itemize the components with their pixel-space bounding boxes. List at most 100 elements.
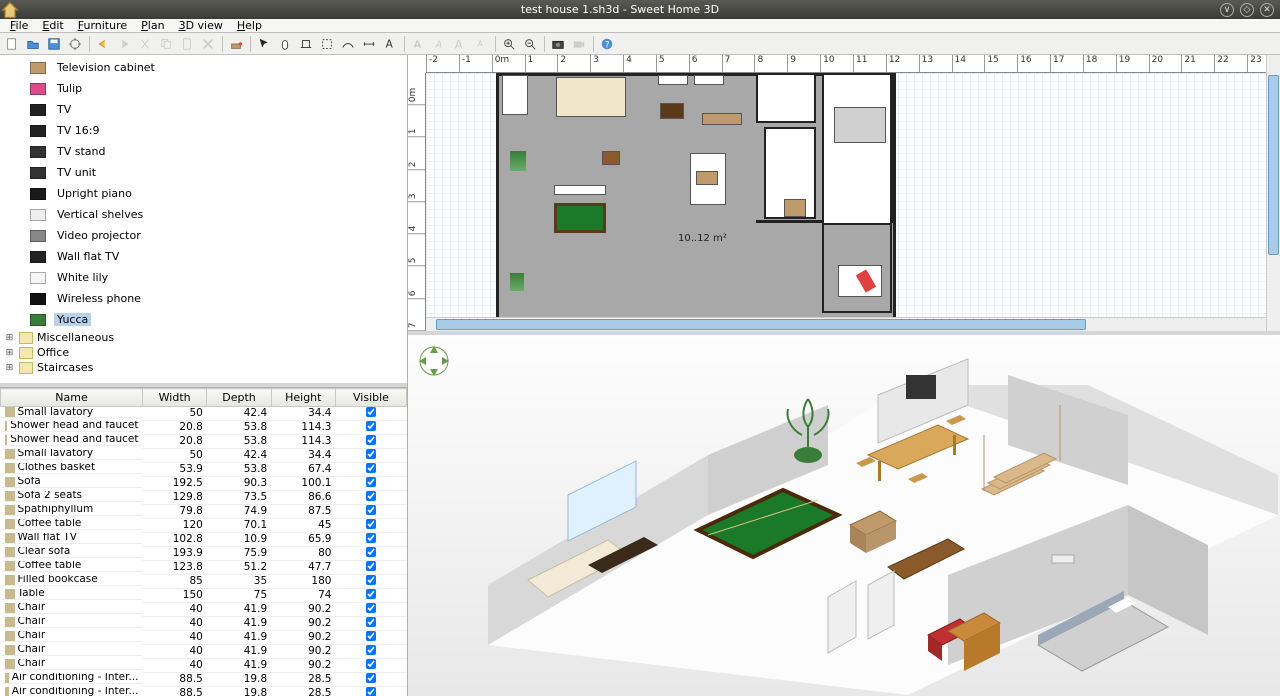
cell-visible[interactable]: [335, 533, 406, 547]
paste-button[interactable]: [177, 34, 197, 54]
menu-file[interactable]: File: [4, 19, 34, 32]
column-header[interactable]: Width: [142, 389, 206, 407]
table-row[interactable]: Small lavatory5042.434.4: [1, 449, 407, 463]
open-button[interactable]: [23, 34, 43, 54]
save-button[interactable]: [44, 34, 64, 54]
zoom-in-button[interactable]: [499, 34, 519, 54]
catalog-item[interactable]: Tulip: [4, 78, 407, 99]
expand-icon[interactable]: ⊞: [4, 348, 15, 358]
pan-tool[interactable]: [275, 34, 295, 54]
text-bold-button[interactable]: A: [408, 34, 428, 54]
table-row[interactable]: Shower head and faucet20.853.8114.3: [1, 421, 407, 435]
column-header[interactable]: Depth: [207, 389, 271, 407]
table-row[interactable]: Chair4041.990.2: [1, 645, 407, 659]
polyline-tool[interactable]: [338, 34, 358, 54]
catalog-item[interactable]: Wireless phone: [4, 288, 407, 309]
furn2d[interactable]: [702, 113, 742, 125]
undo-button[interactable]: [93, 34, 113, 54]
furniture-catalog[interactable]: Television cabinetTulipTVTV 16:9TV stand…: [0, 55, 407, 387]
furn2d[interactable]: [502, 75, 528, 115]
menu-edit[interactable]: Edit: [36, 19, 69, 32]
cut-button[interactable]: [135, 34, 155, 54]
column-header[interactable]: Name: [1, 389, 143, 407]
column-header[interactable]: Visible: [335, 389, 406, 407]
video-button[interactable]: [569, 34, 589, 54]
dimension-tool[interactable]: [359, 34, 379, 54]
cell-visible[interactable]: [335, 603, 406, 617]
cell-visible[interactable]: [335, 407, 406, 421]
scrollbar-vertical[interactable]: [1266, 55, 1280, 331]
plan-canvas[interactable]: 10..12 m²: [426, 73, 1280, 331]
catalog-item[interactable]: TV 16:9: [4, 120, 407, 141]
cell-visible[interactable]: [335, 477, 406, 491]
catalog-item[interactable]: Video projector: [4, 225, 407, 246]
catalog-item[interactable]: Television cabinet: [4, 57, 407, 78]
room-tool[interactable]: [317, 34, 337, 54]
cell-visible[interactable]: [335, 687, 406, 696]
furniture-list[interactable]: NameWidthDepthHeightVisible Small lavato…: [0, 387, 407, 696]
wall-tool[interactable]: [296, 34, 316, 54]
text-italic-button[interactable]: A: [429, 34, 449, 54]
catalog-item[interactable]: Wall flat TV: [4, 246, 407, 267]
cell-visible[interactable]: [335, 421, 406, 435]
table-row[interactable]: Chair4041.990.2: [1, 631, 407, 645]
table-row[interactable]: Sofa 2 seats129.873.586.6: [1, 491, 407, 505]
furn2d[interactable]: [694, 75, 724, 85]
catalog-item[interactable]: TV unit: [4, 162, 407, 183]
redo-button[interactable]: [114, 34, 134, 54]
table-row[interactable]: Wall flat TV102.810.965.9: [1, 533, 407, 547]
catalog-category[interactable]: ⊞Office: [4, 345, 407, 360]
help-button[interactable]: ?: [597, 34, 617, 54]
cell-visible[interactable]: [335, 519, 406, 533]
close-button[interactable]: ✕: [1260, 3, 1274, 17]
3d-view[interactable]: [408, 335, 1280, 696]
table-row[interactable]: Small lavatory5042.434.4: [1, 407, 407, 421]
cell-visible[interactable]: [335, 659, 406, 673]
table-row[interactable]: Filled bookcase8535180: [1, 575, 407, 589]
table-row[interactable]: Spathiphyllum79.874.987.5: [1, 505, 407, 519]
pool-table-2d[interactable]: [554, 203, 606, 233]
furn2d[interactable]: [658, 75, 688, 85]
table-row[interactable]: Air conditioning - Inter...88.519.828.5: [1, 673, 407, 687]
cell-visible[interactable]: [335, 645, 406, 659]
preferences-button[interactable]: [65, 34, 85, 54]
menu-3dview[interactable]: 3D view: [173, 19, 229, 32]
table-row[interactable]: Air conditioning - Inter...88.519.828.5: [1, 687, 407, 696]
cell-visible[interactable]: [335, 617, 406, 631]
cell-visible[interactable]: [335, 547, 406, 561]
cell-visible[interactable]: [335, 491, 406, 505]
zoom-out-button[interactable]: [520, 34, 540, 54]
furn2d[interactable]: [554, 185, 606, 195]
plant-2d[interactable]: [510, 273, 524, 291]
new-button[interactable]: [2, 34, 22, 54]
table-row[interactable]: Shower head and faucet20.853.8114.3: [1, 435, 407, 449]
cell-visible[interactable]: [335, 631, 406, 645]
crate-2d[interactable]: [784, 199, 806, 217]
menu-furniture[interactable]: Furniture: [72, 19, 133, 32]
table-row[interactable]: Coffee table123.851.247.7: [1, 561, 407, 575]
table-row[interactable]: Coffee table12070.145: [1, 519, 407, 533]
catalog-item[interactable]: Vertical shelves: [4, 204, 407, 225]
cell-visible[interactable]: [335, 575, 406, 589]
bed-2d[interactable]: [834, 107, 886, 143]
catalog-item[interactable]: Upright piano: [4, 183, 407, 204]
table-row[interactable]: Chair4041.990.2: [1, 603, 407, 617]
column-header[interactable]: Height: [271, 389, 335, 407]
cell-visible[interactable]: [335, 505, 406, 519]
text-decrease-button[interactable]: A: [471, 34, 491, 54]
cell-visible[interactable]: [335, 673, 406, 687]
cell-visible[interactable]: [335, 589, 406, 603]
catalog-item[interactable]: TV stand: [4, 141, 407, 162]
catalog-category[interactable]: ⊞Staircases: [4, 360, 407, 375]
cell-visible[interactable]: [335, 561, 406, 575]
table-row[interactable]: Table1507574: [1, 589, 407, 603]
table-row[interactable]: Clear sofa193.975.980: [1, 547, 407, 561]
table-row[interactable]: Chair4041.990.2: [1, 659, 407, 673]
menu-help[interactable]: Help: [231, 19, 268, 32]
text-tool[interactable]: A: [380, 34, 400, 54]
cell-visible[interactable]: [335, 449, 406, 463]
furn2d[interactable]: [696, 171, 718, 185]
add-furniture-button[interactable]: [226, 34, 246, 54]
scrollbar-horizontal[interactable]: [426, 317, 1266, 331]
plant-2d[interactable]: [510, 151, 526, 171]
